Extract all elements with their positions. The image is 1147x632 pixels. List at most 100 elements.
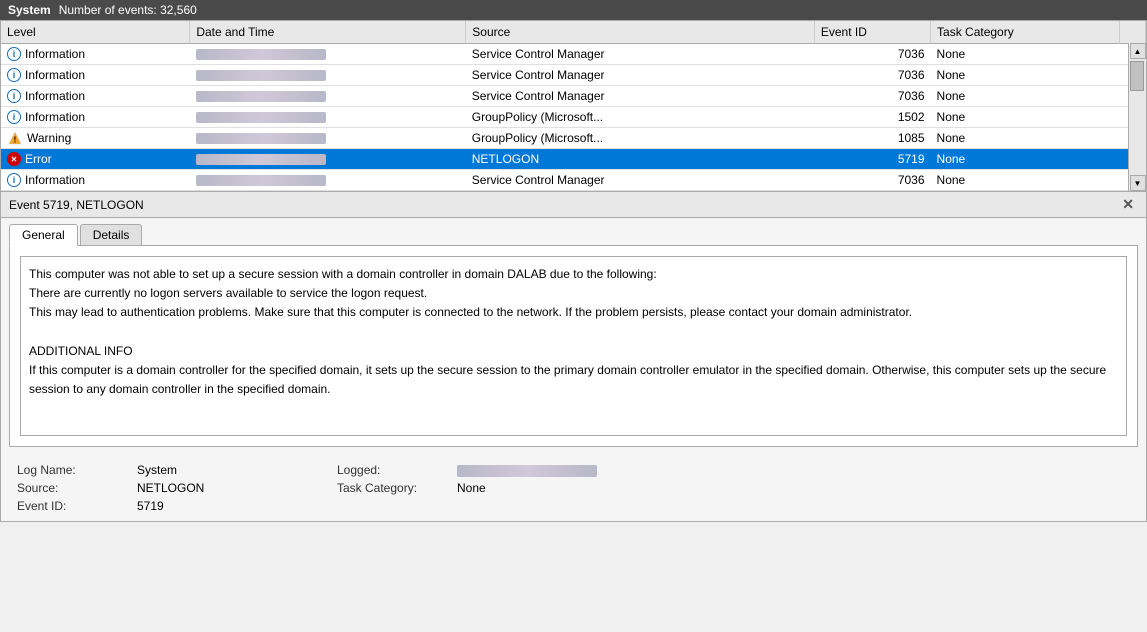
source-value: NETLOGON: [137, 481, 337, 495]
task-category-value: None: [457, 481, 1130, 495]
tab-details[interactable]: Details: [80, 224, 143, 245]
empty-value: [457, 499, 1130, 513]
cell-source: GroupPolicy (Microsoft...: [466, 128, 815, 149]
event-id-label: Event ID:: [17, 499, 137, 513]
scrollbar[interactable]: ▲ ▼: [1128, 43, 1146, 191]
cell-eventid: 7036: [814, 170, 930, 191]
info-icon: i: [7, 110, 21, 124]
cell-taskcategory: None: [931, 44, 1120, 65]
scroll-down-button[interactable]: ▼: [1130, 175, 1146, 191]
table-row[interactable]: iInformation Service Control Manager7036N…: [1, 86, 1146, 107]
detail-text-line: ADDITIONAL INFO: [29, 342, 1118, 361]
scroll-up-button[interactable]: ▲: [1130, 43, 1146, 59]
col-header-taskcategory[interactable]: Task Category: [931, 21, 1120, 44]
cell-taskcategory: None: [931, 65, 1120, 86]
detail-tabs: General Details: [1, 218, 1146, 245]
log-name-value: System: [137, 463, 337, 477]
tab-general[interactable]: General: [9, 224, 78, 246]
event-count: Number of events: 32,560: [59, 3, 197, 17]
title-bar: System Number of events: 32,560: [0, 0, 1147, 20]
cell-eventid: 7036: [814, 44, 930, 65]
detail-content-area: This computer was not able to set up a s…: [9, 245, 1138, 447]
col-header-scroll: [1119, 21, 1145, 44]
logged-label: Logged:: [337, 463, 457, 477]
table-header-row: Level Date and Time Source Event ID Task…: [1, 21, 1146, 44]
cell-level: i Information: [1, 170, 190, 191]
log-name-label: Log Name:: [17, 463, 137, 477]
cell-level: i Information: [1, 44, 190, 65]
warning-icon: !: [7, 131, 23, 145]
event-id-value: 5719: [137, 499, 337, 513]
cell-datetime: [190, 44, 466, 65]
detail-panel-header: Event 5719, NETLOGON ✕: [1, 192, 1146, 218]
cell-datetime: [190, 65, 466, 86]
cell-taskcategory: None: [931, 107, 1120, 128]
scroll-thumb[interactable]: [1130, 61, 1144, 91]
col-header-level[interactable]: Level: [1, 21, 190, 44]
cell-eventid: 1085: [814, 128, 930, 149]
task-category-label: Task Category:: [337, 481, 457, 495]
level-label: Error: [25, 152, 52, 166]
cell-source: Service Control Manager: [466, 170, 815, 191]
svg-text:✕: ✕: [11, 155, 18, 164]
scroll-track[interactable]: [1129, 59, 1146, 175]
level-label: Information: [25, 47, 85, 61]
info-icon: i: [7, 47, 21, 61]
info-icon: i: [7, 89, 21, 103]
cell-datetime: [190, 86, 466, 107]
cell-source: NETLOGON: [466, 149, 815, 170]
cell-taskcategory: None: [931, 86, 1120, 107]
cell-datetime: [190, 107, 466, 128]
cell-eventid: 7036: [814, 86, 930, 107]
cell-source: Service Control Manager: [466, 44, 815, 65]
cell-level: ! Warning: [1, 128, 190, 149]
table-row[interactable]: i Information GroupPolicy (Microsoft...150…: [1, 107, 1146, 128]
cell-taskcategory: None: [931, 170, 1120, 191]
cell-taskcategory: None: [931, 149, 1120, 170]
info-icon: i: [7, 68, 21, 82]
event-table: Level Date and Time Source Event ID Task…: [1, 21, 1146, 191]
app-name: System: [8, 3, 51, 17]
cell-taskcategory: None: [931, 128, 1120, 149]
cell-eventid: 7036: [814, 65, 930, 86]
detail-text-line: If this computer is a domain controller …: [29, 361, 1118, 399]
error-icon: ✕: [7, 152, 21, 166]
cell-datetime: [190, 149, 466, 170]
detail-text-box: This computer was not able to set up a s…: [20, 256, 1127, 436]
cell-source: Service Control Manager: [466, 86, 815, 107]
svg-text:!: !: [14, 136, 17, 145]
detail-panel: Event 5719, NETLOGON ✕ General Details T…: [0, 192, 1147, 522]
table-row[interactable]: i Information Service Control Manager7036N…: [1, 65, 1146, 86]
col-header-source[interactable]: Source: [466, 21, 815, 44]
level-label: Information: [25, 68, 85, 82]
level-label: Information: [25, 110, 85, 124]
table-row[interactable]: ! Warning GroupPolicy (Microsoft...1085Non…: [1, 128, 1146, 149]
table-row[interactable]: i Information Service Control Manager7036N…: [1, 44, 1146, 65]
cell-datetime: [190, 128, 466, 149]
col-header-datetime[interactable]: Date and Time: [190, 21, 466, 44]
cell-level: iInformation: [1, 86, 190, 107]
cell-level: i Information: [1, 65, 190, 86]
source-label: Source:: [17, 481, 137, 495]
detail-text-line: There are currently no logon servers ava…: [29, 284, 1118, 303]
level-label: Information: [25, 173, 85, 187]
table-row[interactable]: i Information Service Control Manager7036N…: [1, 170, 1146, 191]
cell-source: GroupPolicy (Microsoft...: [466, 107, 815, 128]
empty-label: [337, 499, 457, 513]
detail-text-line: This may lead to authentication problems…: [29, 303, 1118, 322]
event-table-container: Level Date and Time Source Event ID Task…: [0, 20, 1147, 192]
cell-source: Service Control Manager: [466, 65, 815, 86]
logged-value: [457, 463, 1130, 477]
col-header-eventid[interactable]: Event ID: [814, 21, 930, 44]
detail-text-line: This computer was not able to set up a s…: [29, 265, 1118, 284]
cell-level: i Information: [1, 107, 190, 128]
info-icon: i: [7, 173, 21, 187]
close-button[interactable]: ✕: [1118, 196, 1138, 213]
level-label: Warning: [27, 131, 71, 145]
table-row[interactable]: ✕ Error NETLOGON5719None: [1, 149, 1146, 170]
cell-level: ✕ Error: [1, 149, 190, 170]
cell-eventid: 5719: [814, 149, 930, 170]
detail-meta: Log Name: System Logged: Source: NETLOGO…: [1, 455, 1146, 521]
detail-panel-title: Event 5719, NETLOGON: [9, 198, 144, 212]
cell-eventid: 1502: [814, 107, 930, 128]
